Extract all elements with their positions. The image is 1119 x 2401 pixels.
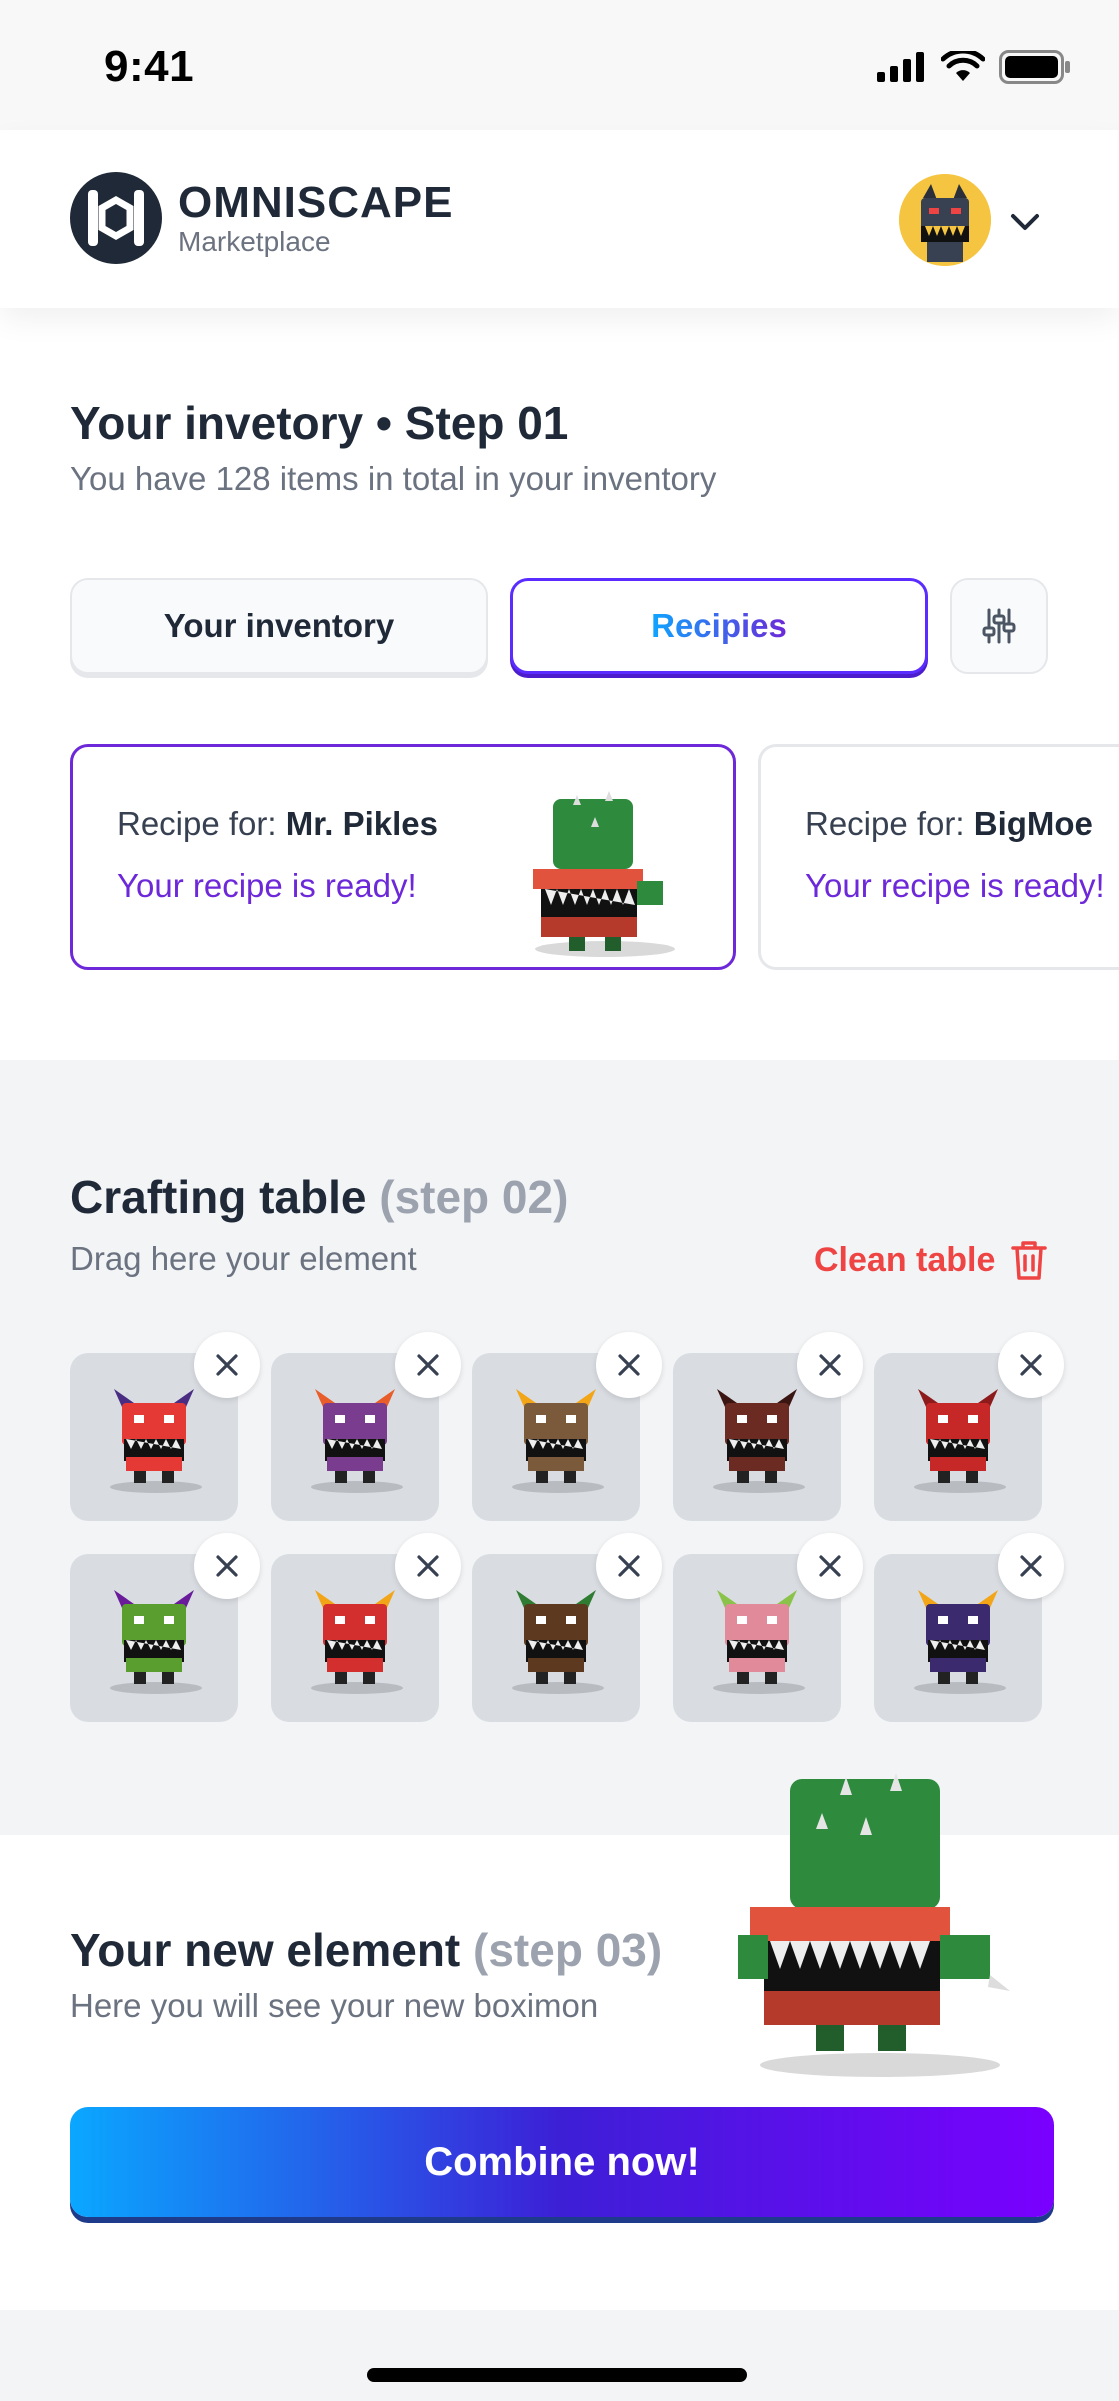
boximon-icon — [110, 1389, 202, 1493]
inventory-subtitle: You have 128 items in total in your inve… — [70, 460, 717, 497]
close-icon — [618, 1555, 640, 1577]
close-icon — [819, 1354, 841, 1376]
boximon-icon — [311, 1389, 403, 1493]
remove-slot-button[interactable] — [797, 1332, 863, 1398]
app-screen: 9:41 OMNISCAPE Marketplace Your invetory… — [0, 0, 1119, 2401]
sliders-icon — [982, 608, 1016, 644]
close-icon — [1020, 1555, 1042, 1577]
recipe-status: Your recipe is ready! — [805, 867, 1105, 904]
boximon-icon — [110, 1590, 202, 1694]
inventory-section: Your invetory • Step 01 You have 128 ite… — [0, 308, 1119, 1060]
brand-subtitle: Marketplace — [178, 226, 331, 257]
recipe-card[interactable]: Recipe for: BigMoe Your recipe is ready! — [758, 744, 1119, 970]
remove-slot-button[interactable] — [395, 1533, 461, 1599]
remove-slot-button[interactable] — [596, 1533, 662, 1599]
boximon-icon — [512, 1389, 604, 1493]
home-indicator — [367, 2368, 747, 2382]
inventory-title: Your invetory • Step 01 — [70, 397, 569, 449]
recipe-prefix: Recipe for: — [805, 805, 965, 842]
chevron-down-icon[interactable] — [1005, 202, 1045, 242]
tab-label: Your inventory — [163, 607, 395, 644]
status-time: 9:41 — [104, 42, 195, 91]
clean-table-button[interactable]: Clean table — [814, 1238, 1049, 1282]
new-element-section: Your new element (step 03) Here you will… — [0, 1773, 1119, 2310]
remove-slot-button[interactable] — [395, 1332, 461, 1398]
new-element-title: Your new element (step 03) — [70, 1923, 662, 1977]
boximon-icon — [914, 1590, 1006, 1694]
recipe-heading: Recipe for: Mr. Pikles — [117, 805, 438, 843]
status-icons — [877, 50, 1071, 84]
boximon-icon — [713, 1590, 805, 1694]
recipe-name: BigMoe — [973, 805, 1093, 842]
boximon-icon — [914, 1389, 1006, 1493]
recipe-status: Your recipe is ready! — [117, 867, 417, 904]
clean-table-label: Clean table — [814, 1240, 996, 1279]
remove-slot-button[interactable] — [194, 1533, 260, 1599]
avatar-monster-icon — [899, 174, 991, 266]
recipe-prefix: Recipe for: — [117, 805, 277, 842]
crafting-title: Crafting table (step 02) — [70, 1170, 568, 1224]
remove-slot-button[interactable] — [998, 1332, 1064, 1398]
crafting-title-text: Crafting table — [70, 1171, 367, 1223]
recipe-card[interactable]: Recipe for: Mr. Pikles Your recipe is re… — [70, 744, 736, 970]
recipe-heading: Recipe for: BigMoe — [805, 805, 1093, 843]
close-icon — [618, 1354, 640, 1376]
remove-slot-button[interactable] — [998, 1533, 1064, 1599]
bottom-strip — [0, 2310, 1119, 2401]
mr-pikles-monster-icon — [533, 791, 675, 957]
new-element-title-text: Your new element — [70, 1924, 461, 1976]
close-icon — [417, 1354, 439, 1376]
crafting-step-label: (step 02) — [379, 1171, 569, 1223]
remove-slot-button[interactable] — [194, 1332, 260, 1398]
boximon-icon — [512, 1590, 604, 1694]
tab-your-inventory[interactable]: Your inventory — [70, 578, 488, 674]
remove-slot-button[interactable] — [797, 1533, 863, 1599]
status-bar: 9:41 — [0, 0, 1119, 130]
new-boximon-icon — [738, 1773, 1010, 2077]
close-icon — [216, 1555, 238, 1577]
boximon-icon — [713, 1389, 805, 1493]
app-header: OMNISCAPE Marketplace — [0, 130, 1119, 308]
close-icon — [216, 1354, 238, 1376]
battery-icon — [999, 50, 1070, 84]
tab-recipes[interactable]: Recipies — [510, 578, 928, 674]
crafting-subtitle: Drag here your element — [70, 1240, 417, 1277]
wifi-icon — [941, 51, 985, 81]
new-element-subtitle: Here you will see your new boximon — [70, 1987, 599, 2024]
trash-icon — [1011, 1241, 1048, 1280]
brand-name: OMNISCAPE — [178, 178, 454, 227]
close-icon — [819, 1555, 841, 1577]
tab-label: Recipies — [651, 607, 787, 644]
omniscape-logo-icon[interactable] — [70, 172, 162, 264]
avatar[interactable] — [899, 174, 991, 266]
filter-button[interactable] — [950, 578, 1048, 674]
recipe-name: Mr. Pikles — [285, 805, 439, 842]
boximon-icon — [311, 1590, 403, 1694]
crafting-section: Crafting table (step 02) Drag here your … — [0, 1060, 1119, 1835]
new-element-step-label: (step 03) — [473, 1924, 663, 1976]
remove-slot-button[interactable] — [596, 1332, 662, 1398]
signal-icon — [877, 52, 924, 82]
combine-now-button[interactable]: Combine now! — [70, 2107, 1054, 2217]
close-icon — [1020, 1354, 1042, 1376]
close-icon — [417, 1555, 439, 1577]
